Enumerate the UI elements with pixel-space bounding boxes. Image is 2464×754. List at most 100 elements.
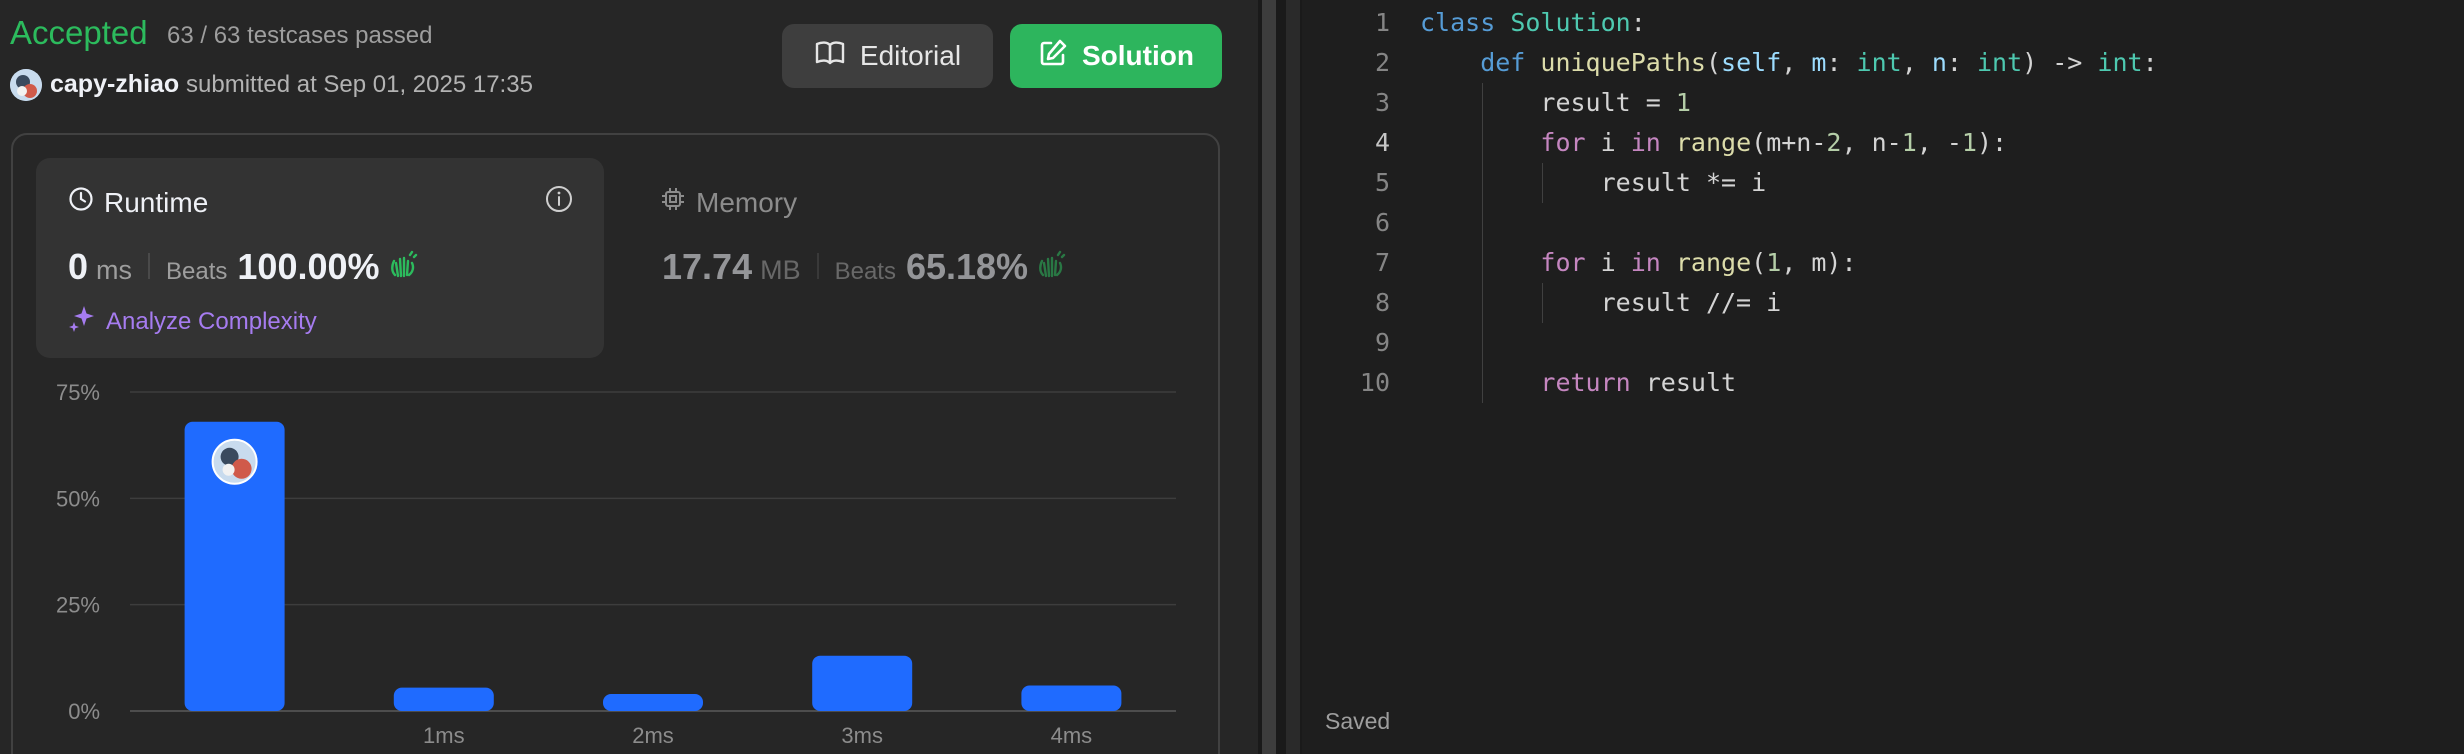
code-token: i [1585, 128, 1631, 157]
code-token: uniquePaths [1540, 48, 1706, 77]
code-token: , - [1916, 128, 1962, 157]
clock-icon [68, 186, 94, 219]
memory-label: Memory [696, 186, 798, 218]
clap-icon [1036, 249, 1066, 284]
avatar-shape [222, 463, 235, 476]
code-token: 2 [1826, 128, 1842, 157]
code-text: return result [1540, 363, 1736, 403]
indent-guide [1482, 163, 1484, 203]
memory-value: 17.74 [662, 246, 753, 287]
x-tick-label: 2ms [632, 723, 674, 748]
edit-icon [1038, 38, 1068, 75]
code-token: ( [1751, 248, 1767, 277]
testcases-summary: 63 / 63 testcases passed [167, 22, 433, 49]
bar [812, 655, 913, 711]
avatar[interactable] [10, 69, 42, 101]
code-text: result = 1 [1540, 83, 1691, 123]
bar [393, 687, 494, 711]
code-token: 1 [1901, 128, 1917, 157]
code-token: : [1826, 48, 1857, 77]
code-editor[interactable]: 1 class Solution: 2 def uniquePaths(self, m… [1302, 0, 2464, 754]
indent-guide [1482, 283, 1484, 323]
indent-guide [1482, 243, 1484, 283]
code-token: (m+n- [1751, 128, 1827, 157]
runtime-title: Runtime [68, 186, 208, 219]
editorial-label: Editorial [859, 40, 962, 71]
code-text: class Solution: [1420, 3, 1646, 43]
runtime-value-row: 0 ms Beats 100.00% [68, 246, 418, 288]
code-token: ): [1976, 128, 2008, 157]
indent-guide [1482, 83, 1484, 123]
indent-guide [1482, 363, 1484, 403]
chip-icon [660, 186, 686, 219]
line-number: 8 [1374, 288, 1390, 317]
solution-button[interactable]: Solution [1010, 24, 1222, 88]
line-number: 1 [1374, 8, 1390, 37]
memory-unit: MB [760, 255, 801, 285]
indent-guide [1482, 203, 1484, 243]
status-label: Accepted [10, 14, 148, 51]
editorial-button[interactable]: Editorial [782, 24, 993, 88]
clap-icon [388, 249, 418, 284]
y-tick-label: 25% [56, 593, 100, 618]
runtime-value: 0 [68, 246, 89, 287]
code-token: class [1420, 8, 1496, 37]
solution-label: Solution [1082, 40, 1194, 71]
memory-beats-percent: 65.18% [905, 246, 1029, 287]
code-token: int [1976, 48, 2023, 77]
code-token: return [1540, 368, 1631, 397]
code-text: result //= i [1601, 283, 1782, 323]
memory-value-row: 17.74 MB Beats 65.18% [662, 246, 1066, 288]
line-number: 6 [1374, 208, 1390, 237]
code-token: range [1675, 248, 1752, 277]
indent-guide [1482, 323, 1484, 363]
code-token: m [1811, 48, 1827, 77]
divider [148, 253, 151, 279]
line-number: 4 [1374, 128, 1390, 157]
indent-guide [1542, 163, 1544, 203]
panel-gutter [1286, 0, 1300, 754]
code-token: : [1946, 48, 1977, 77]
analyze-complexity-link[interactable]: Analyze Complexity [68, 304, 317, 339]
runtime-beats-percent: 100.00% [237, 246, 380, 287]
saved-status: Saved [1325, 708, 1391, 734]
divider [816, 253, 819, 279]
code-token: result //= i [1600, 288, 1782, 317]
runtime-panel[interactable]: Runtime 0 ms Beats 100.00% Analyze Compl… [36, 158, 604, 358]
bar [603, 693, 703, 711]
code-token: , [1781, 48, 1812, 77]
code-token: int [2097, 48, 2143, 77]
line-number: 10 [1359, 368, 1390, 397]
username-link[interactable]: capy-zhiao [50, 70, 179, 99]
code-token: ) -> [2022, 48, 2098, 77]
y-tick-label: 50% [56, 486, 100, 511]
code-token: 1 [1766, 248, 1782, 277]
runtime-label: Runtime [104, 186, 209, 218]
code-token: int [1856, 48, 1902, 77]
memory-tab[interactable]: Memory [660, 186, 797, 219]
line-number: 9 [1374, 328, 1390, 357]
code-token: for [1540, 248, 1586, 277]
memory-beats-label: Beats [834, 258, 896, 285]
x-tick-label: 3ms [841, 723, 883, 748]
avatar-shape [231, 458, 252, 479]
book-icon [814, 39, 846, 74]
analyze-label: Analyze Complexity [106, 307, 317, 335]
runtime-beats-label: Beats [166, 258, 228, 285]
code-token: : [2142, 48, 2158, 77]
x-tick-label: 4ms [1051, 723, 1093, 748]
panel-resize-handle[interactable] [1262, 0, 1276, 754]
code-text: result *= i [1601, 163, 1767, 203]
code-token: range [1675, 128, 1752, 157]
code-text: def uniquePaths(self, m: int, n: int) ->… [1480, 43, 2157, 83]
line-number: 7 [1374, 248, 1390, 277]
runtime-unit: ms [96, 255, 133, 285]
info-icon[interactable] [544, 184, 574, 219]
indent-guide [1482, 123, 1484, 163]
indent-guide [1542, 283, 1544, 323]
line-number: 2 [1374, 48, 1390, 77]
code-token: for [1540, 128, 1586, 157]
code-token: self [1721, 48, 1782, 77]
